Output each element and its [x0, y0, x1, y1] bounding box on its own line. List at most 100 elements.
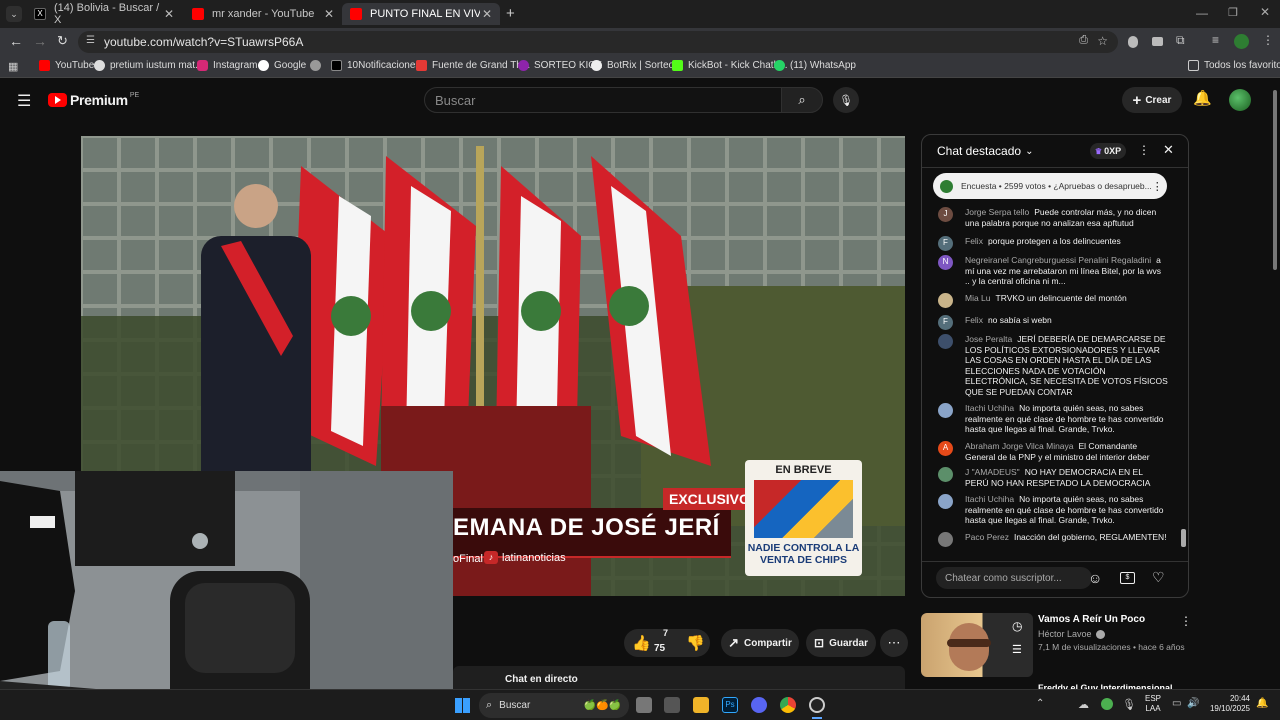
chat-avatar[interactable] — [938, 293, 953, 308]
chat-message[interactable]: Itachi Uchiha No importa quién seas, no s… — [938, 403, 1168, 435]
tray-app-icon[interactable] — [1101, 698, 1113, 710]
windows-start-icon[interactable] — [455, 698, 470, 713]
extension-icon[interactable] — [1152, 37, 1163, 46]
account-avatar[interactable] — [1229, 89, 1251, 111]
bookmark-google[interactable]: Google — [258, 60, 306, 71]
search-input[interactable]: Buscar — [424, 87, 782, 113]
restore-window-button[interactable]: ❐ — [1228, 6, 1238, 19]
search-button[interactable]: ⌕ — [781, 87, 823, 113]
xp-badge[interactable]: ♛ 0XP — [1090, 143, 1126, 159]
chat-author[interactable]: Negreiranel Cangreburguessi Penalini Reg… — [965, 255, 1151, 265]
reload-icon[interactable]: ↻ — [57, 33, 68, 49]
chat-author[interactable]: Itachi Uchiha — [965, 494, 1014, 504]
show-hidden-icons[interactable]: ⌃ — [1036, 698, 1044, 709]
taskbar-search-box[interactable]: ⌕ Buscar 🍏🍊🍏 — [479, 693, 629, 718]
minimize-window-button[interactable]: — — [1196, 6, 1208, 20]
emoji-icon[interactable]: ☺ — [1088, 570, 1102, 586]
recommended-menu-icon[interactable]: ⋮ — [1180, 614, 1192, 628]
chat-author[interactable]: J "AMADEUS" — [965, 467, 1020, 477]
close-tab-icon[interactable]: ✕ — [482, 7, 492, 21]
tab-x-bolivia[interactable]: X (14) Bolivia - Buscar / X ✕ — [26, 2, 182, 26]
chat-avatar[interactable] — [938, 467, 953, 482]
bookmark-grand-theft[interactable]: Fuente de Grand Th... — [416, 60, 530, 71]
chat-author[interactable]: Paco Perez — [965, 532, 1009, 542]
bookmark-globe[interactable] — [310, 60, 326, 71]
url-bar[interactable]: ☰ youtube.com/watch?v=STuawrsP66A ⎙ ☆ — [78, 31, 1118, 53]
video-thumbnail[interactable]: ◷ ☰ — [921, 613, 1033, 677]
add-to-queue-icon[interactable]: ☰ — [1012, 643, 1022, 656]
chat-author[interactable]: Mia Lu — [965, 293, 991, 303]
chat-author[interactable]: Abraham Jorge Vilca Minaya — [965, 441, 1074, 451]
close-tab-icon[interactable]: ✕ — [164, 7, 174, 21]
obs-icon[interactable] — [809, 697, 825, 713]
tab-punto-final[interactable]: PUNTO FINAL EN VIVO: 19 DE ✕ — [342, 3, 500, 25]
clock[interactable]: 20:44 19/10/2025 — [1208, 694, 1250, 714]
bookmark-pretium[interactable]: pretium iustum mat... — [94, 60, 203, 71]
chat-avatar[interactable] — [938, 532, 953, 547]
hamburger-menu-icon[interactable]: ☰ — [17, 91, 31, 111]
back-icon[interactable]: ← — [9, 33, 23, 49]
create-button[interactable]: + Crear — [1122, 87, 1182, 113]
chat-avatar[interactable]: J — [938, 207, 953, 222]
more-actions-button[interactable]: ⋯ — [880, 629, 908, 657]
chrome-icon[interactable] — [780, 697, 796, 713]
heart-icon[interactable]: ♡ — [1152, 569, 1165, 586]
page-scrollbar[interactable] — [1273, 90, 1277, 270]
voice-search-button[interactable]: 🎙 — [833, 87, 859, 113]
bookmark-10notificaciones[interactable]: 10Notificaciones — [331, 60, 420, 71]
all-bookmarks-folder[interactable]: Todos los favoritos — [1188, 60, 1280, 71]
browser-menu-icon[interactable]: ⋮ — [1262, 33, 1274, 47]
chat-avatar[interactable] — [938, 494, 953, 509]
chat-message[interactable]: F Felix no sabía si webn — [938, 315, 1168, 330]
chat-author[interactable]: Jose Peralta — [965, 334, 1012, 344]
forward-icon[interactable]: → — [33, 33, 47, 49]
notification-center-icon[interactable]: 🔔 — [1256, 698, 1268, 709]
notifications-bell-icon[interactable]: 🔔 — [1193, 89, 1212, 107]
tab-list-button[interactable]: ⌄ — [6, 6, 22, 22]
file-explorer-icon[interactable] — [693, 697, 709, 713]
save-button[interactable]: ⊡ Guardar — [806, 629, 876, 657]
chat-message[interactable]: Paco Perez Inacción del gobierno, REGLAME… — [938, 532, 1168, 547]
chat-message[interactable]: F Felix porque protegen a los delincuentes — [938, 236, 1168, 251]
chat-avatar[interactable]: N — [938, 255, 953, 270]
volume-icon[interactable]: 🔊 — [1187, 698, 1199, 709]
chat-avatar[interactable] — [938, 403, 953, 418]
extension-icon[interactable] — [1128, 36, 1138, 48]
chat-author[interactable]: Felix — [965, 315, 983, 325]
chat-message[interactable]: N Negreiranel Cangreburguessi Penalini Re… — [938, 255, 1168, 287]
chat-avatar[interactable]: F — [938, 315, 953, 330]
chat-avatar[interactable]: F — [938, 236, 953, 251]
dislike-button[interactable]: 👍 — [686, 634, 705, 652]
like-button[interactable]: 👍 — [632, 634, 651, 652]
onedrive-icon[interactable]: ☁ — [1078, 698, 1089, 711]
bookmark-whatsapp[interactable]: (11) WhatsApp — [774, 60, 856, 71]
bookmark-instagram[interactable]: Instagram — [197, 60, 257, 71]
chat-message[interactable]: Itachi Uchiha No importa quién seas, no s… — [938, 494, 1168, 526]
chat-scroll-thumb[interactable] — [1181, 529, 1186, 547]
chat-input[interactable]: Chatear como suscriptor... — [936, 567, 1092, 589]
tab-youtube-mr-xander[interactable]: mr xander - YouTube ✕ — [184, 3, 342, 25]
extensions-puzzle-icon[interactable]: ⧉ — [1176, 33, 1185, 48]
reading-list-icon[interactable]: ≡ — [1212, 33, 1219, 47]
task-view-icon[interactable] — [636, 697, 652, 713]
install-app-icon[interactable]: ⎙ — [1079, 34, 1088, 47]
display-icon[interactable]: ▭ — [1172, 698, 1181, 709]
app-icon[interactable] — [664, 697, 680, 713]
profile-avatar[interactable] — [1234, 34, 1249, 49]
watch-later-icon[interactable]: ◷ — [1012, 619, 1022, 633]
bookmark-sorteo-kick[interactable]: SORTEO KICK — [518, 60, 602, 71]
chat-message[interactable]: J Jorge Serpa tello Puede controlar más, y… — [938, 207, 1168, 228]
bookmark-botrix[interactable]: BotRix | Sorteos — [591, 60, 679, 71]
chat-avatar[interactable] — [938, 334, 953, 349]
chat-author[interactable]: Jorge Serpa tello — [965, 207, 1029, 217]
chat-message[interactable]: A Abraham Jorge Vilca Minaya El Comandante… — [938, 441, 1168, 462]
chat-author[interactable]: Itachi Uchiha — [965, 403, 1014, 413]
language-indicator[interactable]: ESP LAA — [1145, 694, 1161, 714]
bookmark-kickbot[interactable]: KickBot - Kick Chatb... — [672, 60, 787, 71]
chat-message[interactable]: Mia Lu TRVKO un delincuente del montón — [938, 293, 1168, 308]
chat-author[interactable]: Felix — [965, 236, 983, 246]
recommended-video[interactable]: ◷ ☰ Vamos A Reír Un Poco Héctor Lavoe 7,… — [921, 611, 1192, 691]
poll-banner[interactable]: Encuesta • 2599 votos • ¿Apruebas o desa… — [933, 173, 1167, 199]
chat-scrollbar[interactable] — [1180, 169, 1184, 549]
chat-close-icon[interactable]: ✕ — [1163, 142, 1174, 158]
